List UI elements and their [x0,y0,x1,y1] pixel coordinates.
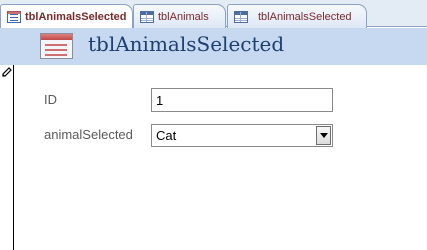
form-icon [40,33,73,59]
pencil-icon [2,67,12,77]
id-textbox[interactable]: 1 [151,88,333,112]
record-selector[interactable] [0,65,14,250]
chevron-down-icon [319,133,328,138]
dropdown-button[interactable] [316,126,331,145]
form-icon [7,10,21,23]
tab-tblanimals-table[interactable]: tblAnimals [133,4,226,28]
id-label: ID [44,92,57,107]
combobox-value: Cat [156,128,177,143]
tab-tblanimalsselected-table[interactable]: tblAnimalsSelected [227,4,367,28]
form-title: tblAnimalsSelected [88,32,285,56]
table-icon [140,10,154,23]
tab-tblanimalsselected-form[interactable]: tblAnimalsSelected [0,4,133,28]
tab-label: tblAnimalsSelected [258,10,352,23]
tab-label: tblAnimals [158,10,209,23]
document-tab-strip: tblAnimalsSelected tblAnimals tblAnimals… [0,0,427,28]
animalselected-combobox[interactable]: Cat [151,124,333,147]
table-icon [234,10,248,23]
tab-label: tblAnimalsSelected [25,10,127,23]
form-header: tblAnimalsSelected [0,28,427,65]
animalselected-label: animalSelected [44,127,133,142]
